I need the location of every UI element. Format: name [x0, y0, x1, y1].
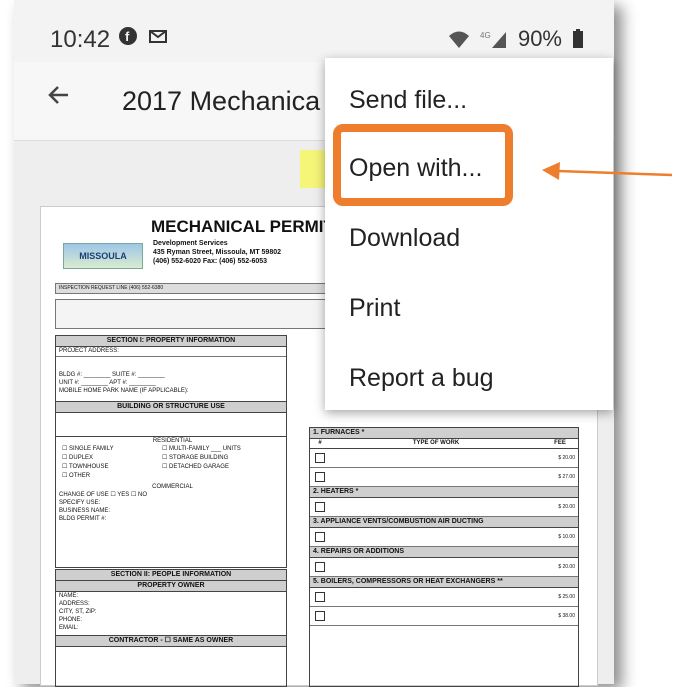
svg-text:f: f: [125, 29, 130, 44]
mechanical-work-table: 1. FURNACES * # TYPE OF WORK FEE $ 20.00…: [309, 427, 579, 687]
missoula-logo: MISSOULA: [63, 243, 143, 269]
status-right-icons: 4G 90%: [448, 26, 584, 52]
menu-item-download[interactable]: Download: [349, 224, 460, 253]
battery-percent: 90%: [517, 26, 562, 51]
section-people-info: SECTION II: PEOPLE INFORMATION PROPERTY …: [55, 569, 287, 687]
wifi-icon: [448, 31, 469, 48]
mobile-home-label: MOBILE HOME PARK NAME (IF APPLICABLE):: [59, 388, 189, 394]
menu-item-send-file[interactable]: Send file...: [349, 86, 467, 115]
permit-heading: MECHANICAL PERMIT: [151, 217, 334, 236]
inspection-line: INSPECTION REQUEST LINE (406) 552-6380: [55, 283, 330, 294]
document-title: 2017 Mechanica: [122, 86, 321, 116]
property-owner-heading: PROPERTY OWNER: [56, 581, 286, 592]
menu-item-print[interactable]: Print: [349, 294, 400, 323]
facebook-icon: f: [119, 27, 137, 45]
notification-icons: f: [118, 26, 168, 46]
department-info: Development Services 435 Ryman Street, M…: [153, 240, 281, 265]
project-address-label: PROJECT ADDRESS:: [56, 347, 286, 357]
overflow-menu: Send file... Open with... Download Print…: [325, 58, 613, 410]
svg-text:4G: 4G: [480, 31, 491, 40]
section1-heading: SECTION I: PROPERTY INFORMATION: [56, 336, 286, 347]
section-property-info: SECTION I: PROPERTY INFORMATION PROJECT …: [55, 335, 287, 437]
signal-icon: 4G: [480, 31, 506, 48]
menu-item-report-bug[interactable]: Report a bug: [349, 364, 494, 393]
section2-heading: SECTION II: PEOPLE INFORMATION: [56, 570, 286, 581]
mail-icon: [149, 30, 167, 43]
building-use-heading: BUILDING OR STRUCTURE USE: [56, 401, 286, 413]
annotation-arrow-icon: [542, 162, 673, 180]
arrow-back-icon[interactable]: [46, 82, 72, 115]
instructions-box: [55, 299, 330, 329]
annotation-box: [333, 124, 513, 206]
structure-use-box: RESIDENTIAL ☐ SINGLE FAMILY ☐ DUPLEX ☐ T…: [55, 437, 287, 568]
status-time: 10:42: [50, 26, 111, 53]
status-bar: 10:42 f 4G 90%: [14, 0, 614, 62]
battery-icon: [573, 29, 583, 48]
